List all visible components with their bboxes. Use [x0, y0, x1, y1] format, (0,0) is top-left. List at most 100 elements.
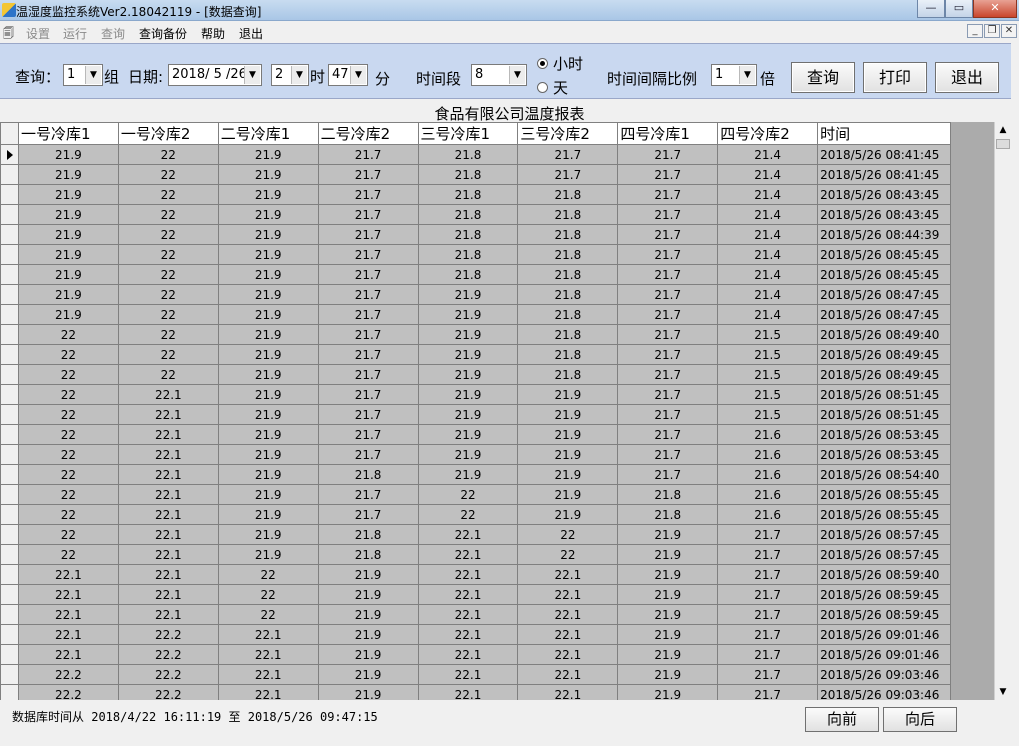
temp-cell[interactable]: 22.1 — [117, 404, 219, 425]
temp-cell[interactable]: 21.7 — [617, 164, 719, 185]
unit-hour-label[interactable]: 小时 — [553, 53, 583, 74]
temp-cell[interactable]: 21.7 — [717, 524, 819, 545]
minute-select[interactable]: 47 ▼ — [328, 64, 368, 86]
temp-cell[interactable]: 22.1 — [117, 524, 219, 545]
temp-cell[interactable]: 22 — [17, 524, 119, 545]
temp-cell[interactable]: 22 — [17, 404, 119, 425]
menu-query[interactable]: 查询 — [101, 25, 125, 42]
table-row[interactable]: 21.9 22 21.9 21.7 21.8 21.8 21.7 21.4 2018/5/26 … — [0, 244, 994, 265]
temp-cell[interactable]: 21.9 — [517, 464, 619, 485]
next-button[interactable]: 向后 — [883, 707, 957, 732]
temp-cell[interactable]: 22 — [517, 524, 619, 545]
temp-cell[interactable]: 21.7 — [317, 344, 419, 365]
temp-cell[interactable]: 22 — [117, 304, 219, 325]
temp-cell[interactable]: 21.9 — [217, 424, 319, 445]
temp-cell[interactable]: 21.8 — [517, 344, 619, 365]
time-cell[interactable]: 2018/5/26 08:54:40 — [817, 464, 952, 485]
exit-button[interactable]: 退出 — [935, 62, 999, 93]
row-indicator[interactable] — [0, 344, 19, 365]
table-row[interactable]: 22 22.1 21.9 21.8 22.1 22 21.9 21.7 2018/5/26 08… — [0, 524, 994, 545]
temp-cell[interactable]: 21.9 — [417, 284, 519, 305]
temp-cell[interactable]: 21.6 — [717, 444, 819, 465]
temp-cell[interactable]: 21.9 — [417, 304, 519, 325]
temp-cell[interactable]: 21.9 — [317, 584, 419, 605]
temp-cell[interactable]: 22.1 — [17, 624, 119, 645]
temp-cell[interactable]: 22.1 — [17, 604, 119, 625]
temp-cell[interactable]: 21.5 — [717, 364, 819, 385]
temp-cell[interactable]: 21.7 — [317, 264, 419, 285]
temp-cell[interactable]: 21.9 — [17, 164, 119, 185]
temp-cell[interactable]: 21.7 — [317, 244, 419, 265]
temp-cell[interactable]: 21.8 — [517, 364, 619, 385]
temp-cell[interactable]: 21.8 — [417, 144, 519, 165]
table-row[interactable]: 22 22.1 21.9 21.7 22 21.9 21.8 21.6 2018/5/26 08… — [0, 484, 994, 505]
temp-cell[interactable]: 22 — [17, 444, 119, 465]
combo-arrow-icon[interactable]: ▼ — [350, 66, 366, 84]
table-row[interactable]: 22.1 22.2 22.1 21.9 22.1 22.1 21.9 21.7 2018/5/2… — [0, 644, 994, 665]
temp-cell[interactable]: 21.9 — [517, 504, 619, 525]
temp-cell[interactable]: 21.9 — [317, 644, 419, 665]
temp-cell[interactable]: 22 — [117, 364, 219, 385]
temp-cell[interactable]: 21.9 — [217, 484, 319, 505]
table-row[interactable]: 22.1 22.2 22.1 21.9 22.1 22.1 21.9 21.7 2018/5/2… — [0, 624, 994, 645]
temp-cell[interactable]: 22 — [117, 204, 219, 225]
temp-cell[interactable]: 22.2 — [117, 664, 219, 685]
table-row[interactable]: 22.2 22.2 22.1 21.9 22.1 22.1 21.9 21.7 2018/5/2… — [0, 684, 994, 700]
temp-cell[interactable]: 21.8 — [317, 544, 419, 565]
row-indicator[interactable] — [0, 664, 19, 685]
temp-cell[interactable]: 22.1 — [517, 604, 619, 625]
temp-cell[interactable]: 21.9 — [617, 544, 719, 565]
row-indicator[interactable] — [0, 144, 19, 165]
temp-cell[interactable]: 21.9 — [617, 664, 719, 685]
table-row[interactable]: 21.9 22 21.9 21.7 21.8 21.7 21.7 21.4 2018/5/26 … — [0, 164, 994, 185]
mdi-restore-button[interactable]: ❐ — [984, 24, 1000, 38]
temp-cell[interactable]: 21.8 — [617, 504, 719, 525]
time-cell[interactable]: 2018/5/26 08:51:45 — [817, 384, 952, 405]
time-cell[interactable]: 2018/5/26 08:53:45 — [817, 424, 952, 445]
table-row[interactable]: 21.9 22 21.9 21.7 21.8 21.7 21.7 21.4 2018/5/26 … — [0, 144, 994, 165]
table-row[interactable]: 22 22.1 21.9 21.8 21.9 21.9 21.7 21.6 2018/5/26 … — [0, 464, 994, 485]
temp-cell[interactable]: 21.9 — [17, 264, 119, 285]
temp-cell[interactable]: 21.7 — [617, 384, 719, 405]
temp-cell[interactable]: 22 — [117, 284, 219, 305]
temp-cell[interactable]: 21.7 — [317, 364, 419, 385]
temp-cell[interactable]: 21.7 — [317, 224, 419, 245]
menu-run[interactable]: 运行 — [63, 25, 87, 42]
temp-cell[interactable]: 22.1 — [217, 644, 319, 665]
time-cell[interactable]: 2018/5/26 09:01:46 — [817, 644, 952, 665]
temp-cell[interactable]: 21.9 — [517, 404, 619, 425]
temp-cell[interactable]: 21.8 — [417, 164, 519, 185]
temp-cell[interactable]: 21.7 — [317, 204, 419, 225]
temp-cell[interactable]: 22 — [117, 244, 219, 265]
temp-cell[interactable]: 22.1 — [117, 384, 219, 405]
table-row[interactable]: 22 22.1 21.9 21.7 21.9 21.9 21.7 21.6 2018/5/26 … — [0, 424, 994, 445]
temp-cell[interactable]: 21.4 — [717, 224, 819, 245]
row-indicator[interactable] — [0, 164, 19, 185]
temp-cell[interactable]: 22.1 — [17, 564, 119, 585]
table-row[interactable]: 22.2 22.2 22.1 21.9 22.1 22.1 21.9 21.7 2018/5/2… — [0, 664, 994, 685]
temp-cell[interactable]: 22.1 — [417, 644, 519, 665]
temp-cell[interactable]: 21.9 — [417, 324, 519, 345]
temp-cell[interactable]: 21.8 — [517, 324, 619, 345]
time-cell[interactable]: 2018/5/26 08:55:45 — [817, 504, 952, 525]
table-row[interactable]: 22 22.1 21.9 21.8 22.1 22 21.9 21.7 2018/5/26 08… — [0, 544, 994, 565]
data-grid[interactable]: 一号冷库1 一号冷库2 二号冷库1 二号冷库2 三号冷库1 三号冷库2 四号冷库1 四号冷库2… — [0, 122, 994, 700]
temp-cell[interactable]: 21.6 — [717, 504, 819, 525]
temp-cell[interactable]: 22 — [17, 544, 119, 565]
temp-cell[interactable]: 22.1 — [517, 624, 619, 645]
temp-cell[interactable]: 21.8 — [517, 244, 619, 265]
temp-cell[interactable]: 22.1 — [517, 664, 619, 685]
temp-cell[interactable]: 21.9 — [617, 604, 719, 625]
temp-cell[interactable]: 21.4 — [717, 244, 819, 265]
temp-cell[interactable]: 21.7 — [317, 304, 419, 325]
row-indicator[interactable] — [0, 404, 19, 425]
mdi-minimize-button[interactable]: _ — [967, 24, 983, 38]
temp-cell[interactable]: 21.7 — [317, 444, 419, 465]
table-row[interactable]: 22 22.1 21.9 21.7 22 21.9 21.8 21.6 2018/5/26 08… — [0, 504, 994, 525]
temp-cell[interactable]: 22.2 — [117, 624, 219, 645]
column-header[interactable]: 时间 — [817, 122, 952, 145]
scroll-up-icon[interactable]: ▲ — [995, 122, 1011, 138]
temp-cell[interactable]: 21.9 — [17, 244, 119, 265]
time-cell[interactable]: 2018/5/26 08:43:45 — [817, 204, 952, 225]
temp-cell[interactable]: 21.9 — [417, 404, 519, 425]
